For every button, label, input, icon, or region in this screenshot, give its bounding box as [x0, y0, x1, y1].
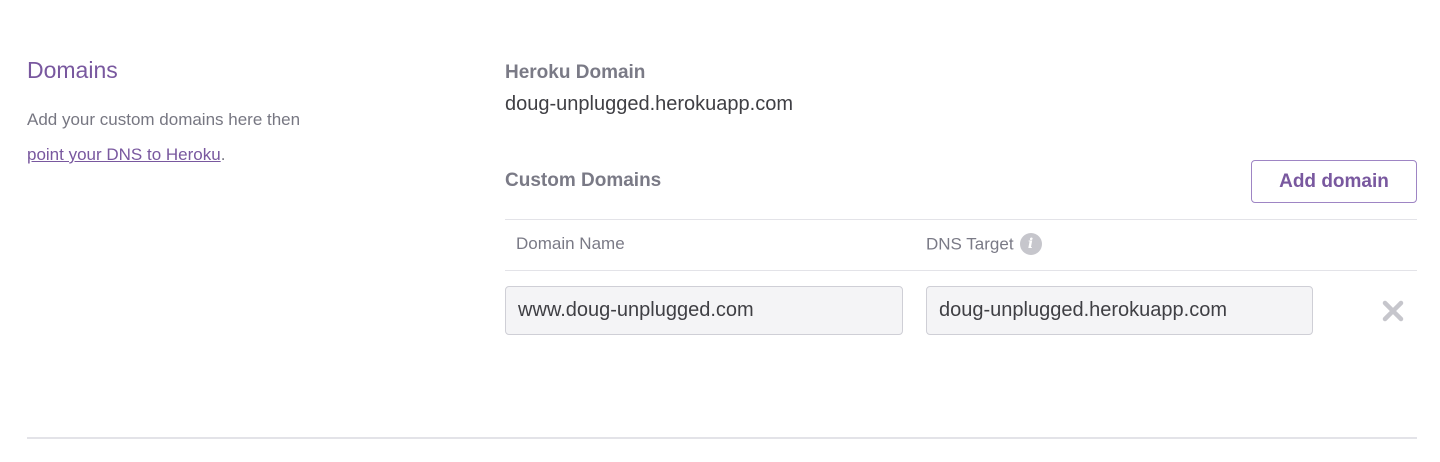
domain-name-field[interactable] — [505, 286, 903, 335]
close-icon-glyph — [1382, 300, 1404, 322]
section-divider — [27, 437, 1417, 439]
column-header-label: DNS Target — [926, 234, 1014, 254]
add-domain-button[interactable]: Add domain — [1251, 160, 1417, 203]
column-header-dns-target: DNS Target i — [926, 233, 1042, 256]
heroku-domain-label: Heroku Domain — [505, 62, 646, 83]
dns-target-field[interactable] — [926, 286, 1313, 335]
heroku-domain-value: doug-unplugged.herokuapp.com — [505, 93, 793, 115]
custom-domains-label: Custom Domains — [505, 170, 662, 191]
table-header: Domain Name DNS Target i — [505, 219, 1417, 271]
section-title: Domains — [27, 57, 118, 83]
description-suffix: . — [220, 145, 226, 164]
section-description: Add your custom domains here then point … — [27, 102, 357, 172]
domains-intro: Domains Add your custom domains here the… — [27, 56, 357, 172]
info-icon[interactable]: i — [1019, 233, 1042, 255]
custom-domains-header: Custom Domains Add domain — [505, 160, 1417, 206]
point-dns-link[interactable]: point your DNS to Heroku — [27, 145, 221, 164]
table-row — [505, 271, 1417, 351]
column-header-domain-name: Domain Name — [516, 234, 625, 254]
column-header-label: Domain Name — [516, 234, 625, 253]
custom-domains-table: Domain Name DNS Target i — [505, 219, 1417, 351]
domains-content: Heroku Domain doug-unplugged.herokuapp.c… — [505, 60, 1417, 335]
close-icon[interactable] — [1381, 299, 1405, 323]
description-text: Add your custom domains here then — [27, 110, 301, 129]
domains-settings-section: Domains Add your custom domains here the… — [27, 0, 1417, 462]
